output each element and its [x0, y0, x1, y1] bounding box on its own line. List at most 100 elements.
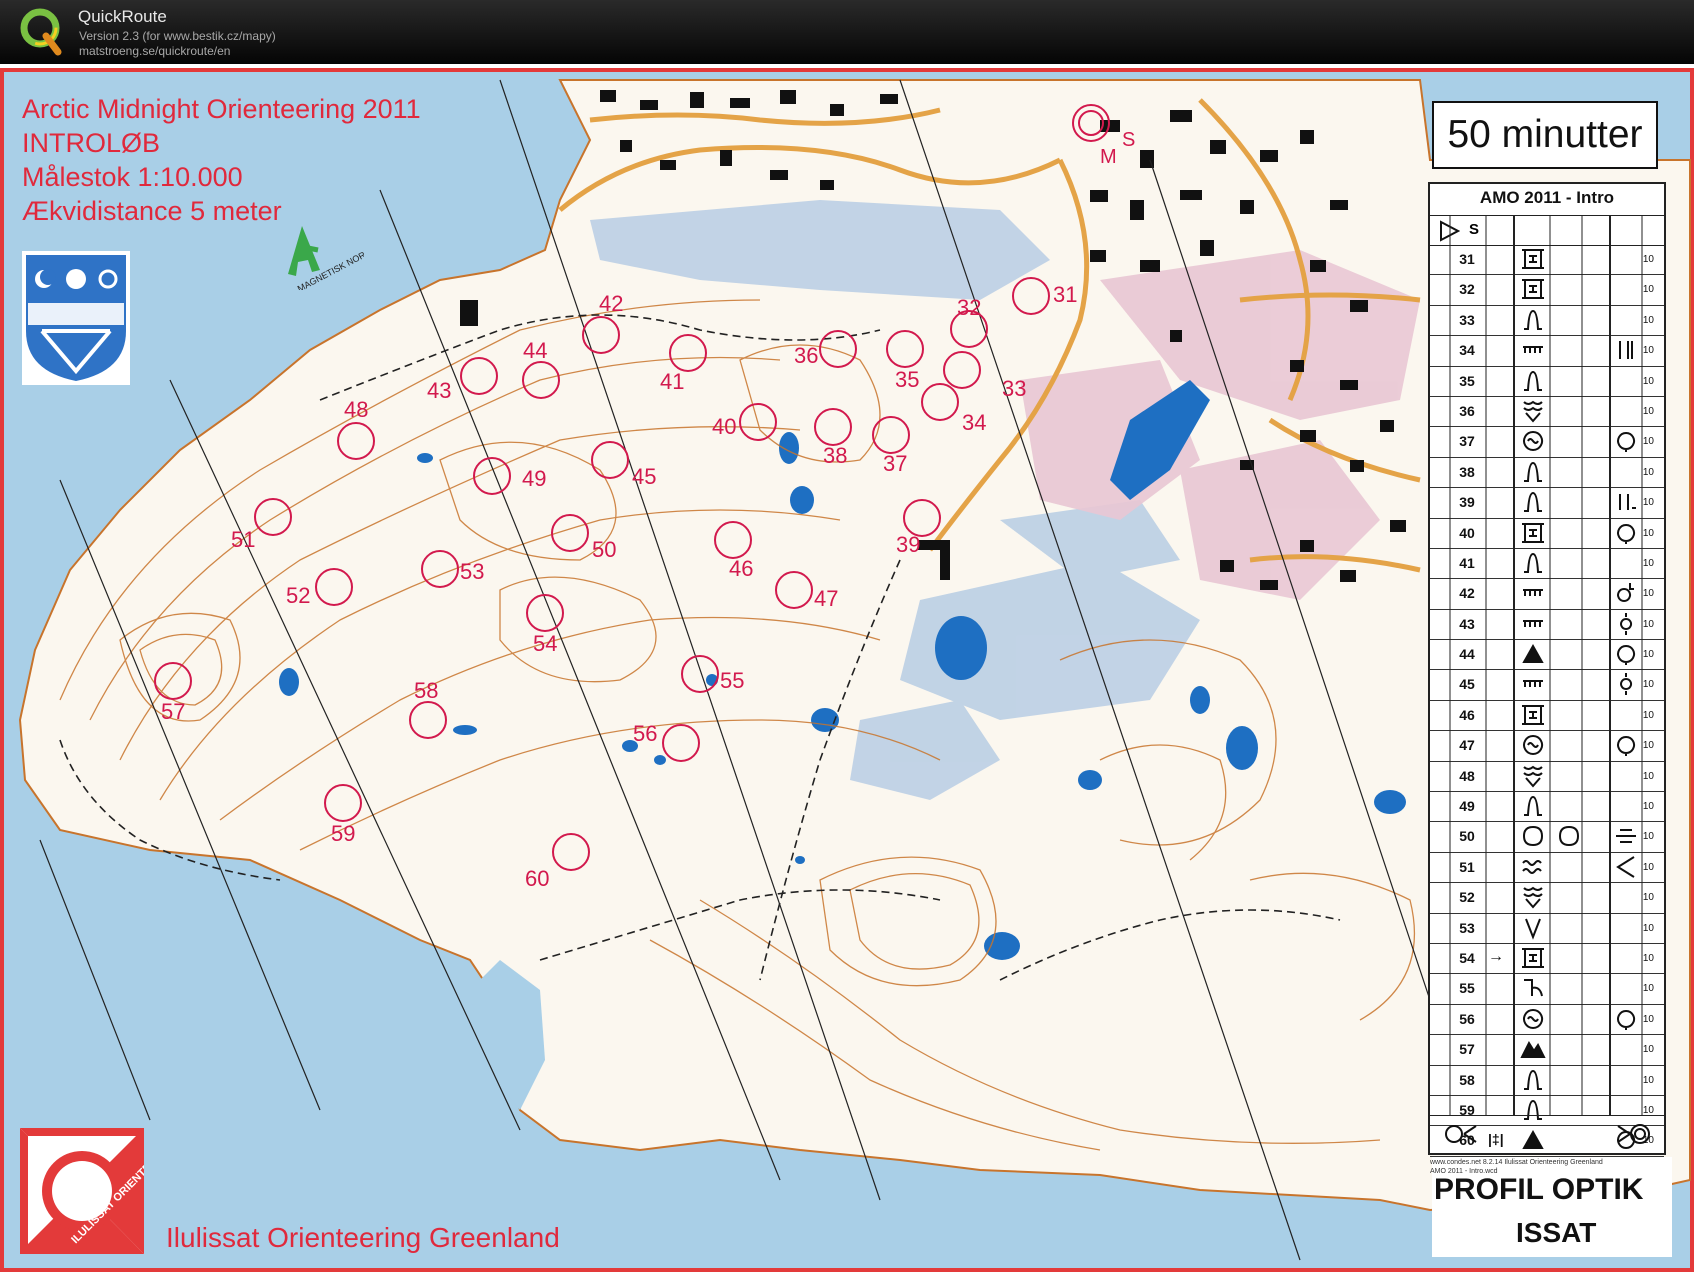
- circle-tb-icon: [1614, 672, 1638, 696]
- control-label-47: 47: [814, 586, 839, 611]
- control-label-51: 51: [231, 527, 256, 552]
- description-distance: 10: [1642, 892, 1654, 904]
- description-control-number: 52: [1459, 889, 1475, 906]
- description-control-number: 51: [1459, 858, 1475, 875]
- description-control-number: 48: [1459, 767, 1475, 784]
- control-label-58: 58: [414, 678, 439, 703]
- map-start-label-m: M: [1100, 146, 1117, 168]
- control-label-38: 38: [823, 443, 848, 468]
- description-control-number: 37: [1459, 433, 1475, 450]
- circle-icon: [1614, 429, 1638, 453]
- description-distance: 10: [1642, 345, 1654, 357]
- description-row-46: 46 10: [1430, 701, 1664, 732]
- description-distance: 10: [1642, 740, 1654, 752]
- description-row-34: 34 10: [1430, 336, 1664, 367]
- description-distance: 10: [1642, 922, 1654, 934]
- gully-icon: [1520, 885, 1546, 909]
- control-label-54: 54: [533, 631, 558, 656]
- description-distance: 10: [1642, 405, 1654, 417]
- oval-icon: [1520, 824, 1546, 848]
- control-label-33: 33: [1002, 376, 1027, 401]
- description-control-number: 42: [1459, 585, 1475, 602]
- building-ruin-icon: [1520, 277, 1546, 301]
- description-row-39: 39 10: [1430, 488, 1664, 519]
- description-control-number: 31: [1459, 251, 1475, 267]
- description-row-53: 53 10: [1430, 914, 1664, 944]
- control-label-52: 52: [286, 583, 311, 608]
- map-title-line-4: Ækvidistance 5 meter: [22, 196, 282, 226]
- description-distance: 10: [1642, 1044, 1654, 1056]
- control-label-55: 55: [720, 668, 745, 693]
- app-title-bar: QuickRoute Version 2.3 (for www.bestik.c…: [0, 0, 1694, 64]
- building-ruin-icon: [1520, 521, 1546, 545]
- description-distance: 10: [1642, 527, 1654, 539]
- control-label-40: 40: [712, 414, 737, 439]
- control-label-43: 43: [427, 378, 452, 403]
- description-row-48: 48 10: [1430, 762, 1664, 793]
- description-distance: 10: [1642, 861, 1654, 873]
- description-row-44: 44 10: [1430, 640, 1664, 671]
- map-title-line-2: INTROLØB: [22, 128, 161, 158]
- description-row-32: 32 10: [1430, 275, 1664, 306]
- description-distance: 10: [1642, 709, 1654, 721]
- quickroute-logo-icon: [20, 8, 62, 56]
- coat-of-arms-icon: [22, 251, 130, 385]
- description-row-40: 40 10: [1430, 519, 1664, 549]
- control-description-title: AMO 2011 - Intro: [1479, 188, 1615, 207]
- building-ruin-icon: [1520, 703, 1546, 727]
- description-distance: 10: [1642, 679, 1654, 691]
- description-row-38: 38 10: [1430, 458, 1664, 489]
- arrow-right-icon: →: [1488, 947, 1504, 965]
- description-row-31: 31 10: [1430, 245, 1664, 276]
- description-row-45: 45 10: [1430, 670, 1664, 701]
- control-label-37: 37: [883, 451, 908, 476]
- control-label-32: 32: [957, 295, 982, 320]
- time-limit-box: 50 minutter: [1432, 101, 1658, 169]
- description-row-41: 41 10: [1430, 549, 1664, 580]
- description-row-35: 35 10: [1430, 367, 1664, 397]
- description-control-number: 46: [1459, 706, 1475, 723]
- control-label-36: 36: [794, 343, 819, 368]
- control-label-44: 44: [523, 338, 548, 363]
- knoll-icon: [1520, 551, 1546, 575]
- control-label-34: 34: [962, 410, 987, 435]
- description-control-number: 58: [1459, 1071, 1475, 1088]
- description-control-number: 54: [1459, 949, 1475, 966]
- description-distance: 10: [1642, 466, 1654, 478]
- description-row-37: 37 10: [1430, 427, 1664, 458]
- wall-icon: [1520, 581, 1546, 605]
- control-label-60: 60: [525, 866, 550, 891]
- description-control-number: 50: [1459, 828, 1475, 845]
- control-label-39: 39: [896, 532, 921, 557]
- control-label-50: 50: [592, 537, 617, 562]
- wall-icon: [1520, 338, 1546, 362]
- description-distance: 10: [1642, 770, 1654, 782]
- stony-icon: [1520, 429, 1546, 453]
- description-control-number: 40: [1459, 524, 1475, 541]
- oval-icon: [1556, 824, 1580, 848]
- start-code: S: [1469, 221, 1480, 238]
- description-distance: 10: [1642, 254, 1654, 265]
- knoll-icon: [1520, 308, 1546, 332]
- description-control-number: 53: [1459, 919, 1475, 936]
- control-label-41: 41: [660, 369, 685, 394]
- control-label-56: 56: [633, 721, 658, 746]
- description-row-55: 55 10: [1430, 974, 1664, 1005]
- circle-tb-icon: [1614, 612, 1638, 636]
- club-name: Ilulissat Orienteering Greenland: [166, 1222, 560, 1253]
- angle-icon: [1614, 855, 1638, 879]
- description-row-50: 50 10: [1430, 822, 1664, 853]
- description-distance: 10: [1642, 801, 1654, 813]
- description-control-number: 44: [1459, 646, 1475, 663]
- between-icon: [1614, 824, 1638, 848]
- control-label-46: 46: [729, 556, 754, 581]
- bars-icon: [1614, 490, 1638, 514]
- description-control-number: 45: [1459, 676, 1475, 693]
- description-row-52: 52 10: [1430, 883, 1664, 914]
- knoll-icon: [1520, 1068, 1546, 1092]
- control-label-49: 49: [522, 466, 547, 491]
- description-row-47: 47 10: [1430, 731, 1664, 762]
- description-control-number: 34: [1459, 342, 1475, 359]
- control-label-57: 57: [161, 699, 186, 724]
- circle-r-icon: [1614, 1007, 1638, 1031]
